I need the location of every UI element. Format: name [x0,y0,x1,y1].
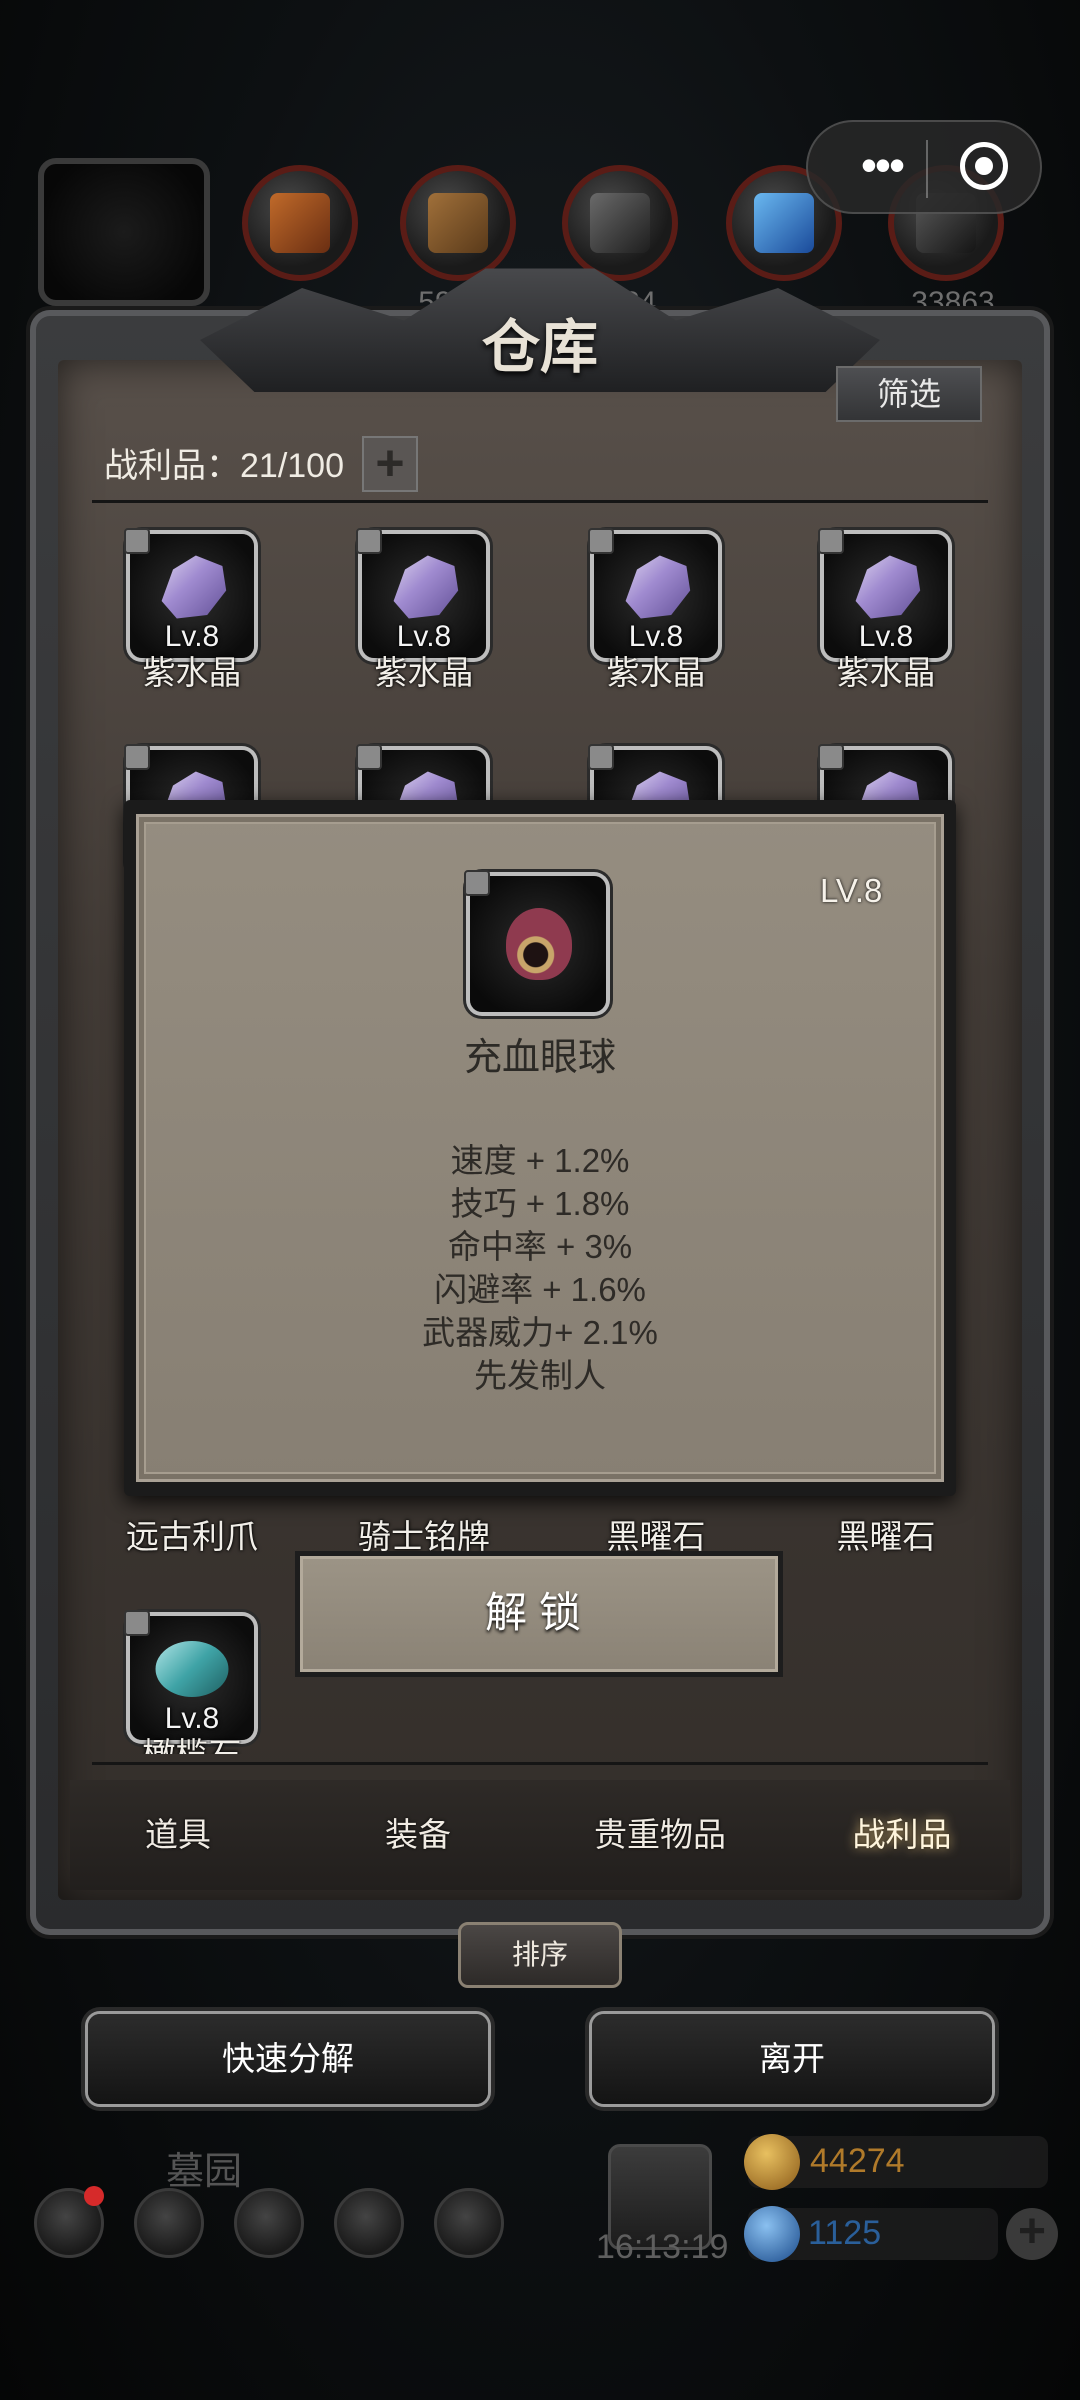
item-name: 紫水晶 [142,654,242,691]
resource-iron-icon [562,165,678,281]
lock-icon [356,744,382,770]
bloodshot-eyeball-icon [506,908,572,980]
detail-item-slot [464,870,606,1012]
item-name: 紫水晶 [374,654,474,691]
gem-amount: 1125 [808,2214,882,2252]
notification-dot [84,2186,104,2206]
item-name: 紫水晶 [836,654,936,691]
tab-equipment[interactable]: 装备 [308,1808,528,1856]
item-name: 紫水晶 [606,654,706,691]
gold-coin-icon [744,2134,800,2190]
stat-line: 闪避率 + 1.6% [434,1271,646,1308]
divider [92,500,988,503]
lock-icon [124,1610,150,1636]
item-slot[interactable]: Lv.8 [124,1610,254,1740]
capsule-divider [926,140,928,198]
amethyst-icon [161,555,227,619]
lock-icon [356,528,382,554]
close-miniprogram-icon[interactable] [960,142,1008,190]
item-name: 橄榄石 [92,1728,292,1754]
item-slot[interactable]: Lv.8 [124,528,254,658]
detail-item-name: 充血眼球 [463,1037,616,1079]
amethyst-icon [625,555,691,619]
stat-line: 技巧 + 1.8% [450,1185,630,1222]
quick-decompose-button[interactable]: 快速分解 [88,2014,488,2104]
lock-icon [124,744,150,770]
stat-line: 武器威力+ 2.1% [422,1314,658,1351]
achievement-icon[interactable] [134,2188,204,2258]
sort-button[interactable]: 排序 [458,1922,622,1988]
more-options-icon[interactable]: ••• [842,142,922,188]
detail-item-level: LV.8 [820,872,883,909]
tab-loot[interactable]: 战利品 [792,1808,1012,1856]
unlock-button[interactable]: 解锁 [300,1556,778,1672]
stat-line: 速度 + 1.2% [450,1142,630,1179]
item-name: 远古利爪 [126,1518,258,1555]
leave-button[interactable]: 离开 [592,2014,992,2104]
amethyst-icon [393,555,459,619]
mail-icon[interactable] [334,2188,404,2258]
lock-icon [818,528,844,554]
gold-amount: 44274 [810,2142,905,2180]
tab-items[interactable]: 道具 [68,1808,288,1856]
resource-wood-icon [242,165,358,281]
item-name: 黑曜石 [606,1518,706,1555]
miniprogram-capsule: ••• [806,120,1042,214]
location-label: 墓园 [166,2151,243,2193]
stat-line: 先发制人 [474,1357,606,1394]
amethyst-icon [855,555,921,619]
gem-icon [744,2206,800,2262]
add-gems-button[interactable]: + [1006,2208,1058,2260]
item-slot[interactable]: Lv.8 [818,528,948,658]
lock-icon [124,528,150,554]
guild-icon[interactable] [234,2188,304,2258]
quest-icon[interactable] [434,2188,504,2258]
expand-capacity-button[interactable]: + [362,436,418,492]
capacity-label: 战利品：21/100 [104,447,344,485]
resource-plank-icon [400,165,516,281]
divider [92,1762,988,1765]
lock-icon [818,744,844,770]
olivine-icon [155,1641,229,1697]
lock-icon [464,870,490,896]
item-slot[interactable]: Lv.8 [356,528,486,658]
filter-button[interactable]: 筛选 [836,366,982,422]
lock-icon [588,528,614,554]
item-name: 骑士铭牌 [358,1518,490,1555]
player-avatar-frame[interactable] [38,158,210,306]
stat-line: 命中率 + 3% [447,1228,633,1265]
item-name: 黑曜石 [836,1518,936,1555]
gift-timer: 16:13:19 [596,2228,729,2266]
tab-valuables[interactable]: 贵重物品 [550,1808,770,1856]
lock-icon [588,744,614,770]
item-slot[interactable]: Lv.8 [588,528,718,658]
